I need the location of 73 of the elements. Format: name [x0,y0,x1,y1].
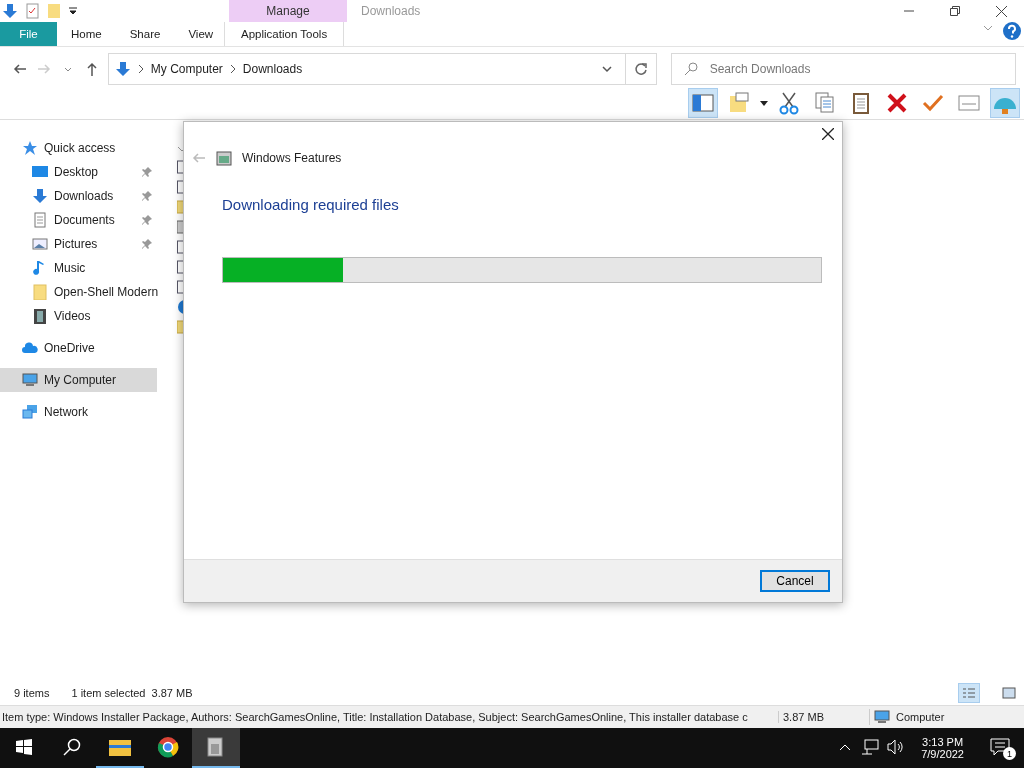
download-arrow-icon [114,61,131,77]
restore-icon[interactable] [950,6,960,16]
cloud-icon [22,340,38,356]
computer-icon [22,372,38,388]
search-icon[interactable] [63,738,81,756]
selection-info: 1 item selected 3.87 MB [71,687,193,699]
tab-group-label: Manage [229,0,347,22]
pin-icon[interactable] [141,190,153,202]
sidebar-item[interactable]: My Computer [0,368,157,392]
dialog-title: Windows Features [242,151,342,165]
check-icon[interactable] [922,94,944,112]
scissors-icon[interactable] [779,91,799,115]
breadcrumb[interactable]: Downloads [242,62,303,76]
picture-icon [32,236,48,252]
download-arrow-icon [2,3,18,19]
pane-toggle-button[interactable] [688,88,718,118]
ribbon-tab[interactable]: Application Tools [224,22,345,46]
desktop-icon [32,164,48,180]
breadcrumb[interactable]: My Computer [150,62,223,76]
notification-count: 1 [1003,747,1016,760]
sidebar-item[interactable]: Desktop [0,160,157,184]
sidebar-item[interactable]: Documents [0,208,157,232]
chevron-right-icon[interactable] [136,64,145,74]
sidebar-item[interactable]: Open-Shell Modern [0,280,157,304]
folder-icon [32,284,48,300]
dropdown-icon[interactable] [68,6,78,16]
ribbon-tab[interactable]: Home [57,22,116,46]
close-icon[interactable] [822,128,834,140]
copy-icon[interactable] [815,92,835,114]
star-icon [22,140,38,156]
windows-logo-icon[interactable] [16,739,32,755]
computer-icon [874,709,890,725]
cross-icon[interactable] [887,93,907,113]
document-icon [32,212,48,228]
sidebar-item[interactable]: Downloads [0,184,157,208]
search-icon [683,62,698,76]
help-icon[interactable] [1003,22,1021,40]
details-text: Item type: Windows Installer Package, Authors: SearchGamesOnline, Title: Installation Database, Subject: SearchGamesOnline, This installer database c [1,711,749,723]
sidebar-item[interactable]: Videos [0,304,157,328]
location-label: Computer [896,711,945,723]
item-count: 9 items [14,687,50,699]
large-icons-view-icon[interactable] [1002,687,1016,699]
address-bar[interactable]: My Computer Downloads [107,53,657,85]
pane-icon [692,94,714,112]
dialog-heading: Downloading required files [222,196,400,213]
chevron-right-icon[interactable] [228,64,237,74]
network-icon [22,404,38,420]
sidebar-item[interactable]: Music [0,256,157,280]
close-icon[interactable] [995,5,1007,17]
file-size: 3.87 MB [778,711,869,723]
chevron-down-icon[interactable] [600,63,613,75]
search-field[interactable]: Search Downloads [670,53,1016,85]
pin-icon[interactable] [141,238,153,250]
sidebar-item[interactable]: OneDrive [0,336,157,360]
notification-icon[interactable] [990,738,1010,756]
properties-icon[interactable] [24,3,40,19]
pin-icon[interactable] [141,166,153,178]
refresh-icon[interactable] [633,62,648,76]
ribbon-tab[interactable]: Share [115,22,175,46]
sidebar-item[interactable]: Quick access [0,136,157,160]
installer-taskbar-icon[interactable] [192,728,240,768]
window-title: Downloads [360,3,422,20]
caret-icon[interactable] [760,99,768,107]
cancel-button[interactable]: Cancel [760,570,830,592]
sidebar-item[interactable]: Network [0,400,157,424]
pin-icon[interactable] [141,214,153,226]
sidebar-item[interactable]: Pictures [0,232,157,256]
window-features-icon [216,150,232,166]
clock[interactable]: 3:13 PM 7/9/2022 [909,728,976,768]
clipboard-icon[interactable] [852,91,870,115]
list-icon [962,687,976,699]
download-arrow-icon [32,188,48,204]
film-icon [32,308,48,324]
